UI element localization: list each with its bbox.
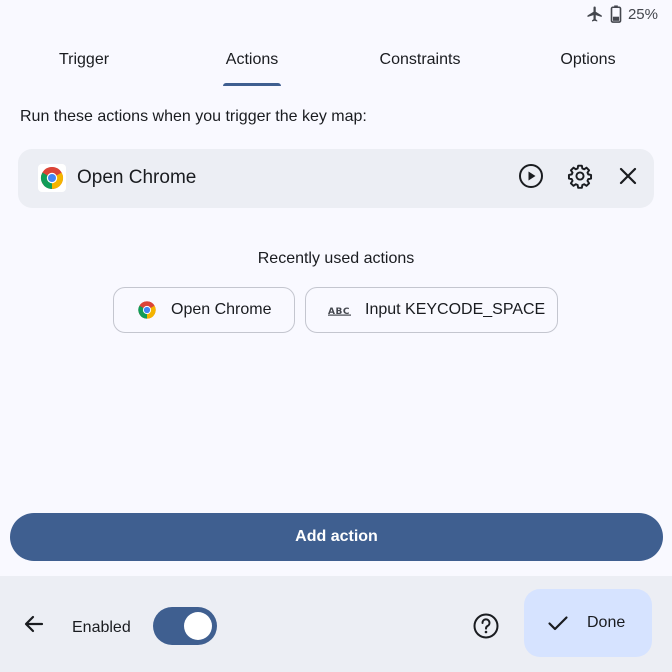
arrow-back-icon (22, 612, 46, 641)
check-icon (546, 611, 570, 640)
tab-options[interactable]: Options (504, 32, 672, 88)
tab-trigger[interactable]: Trigger (0, 32, 168, 88)
enabled-toggle[interactable] (153, 607, 217, 645)
tab-constraints[interactable]: Constraints (336, 32, 504, 88)
chrome-icon (38, 164, 66, 192)
help-icon (472, 612, 500, 645)
tab-selected-indicator (223, 83, 281, 86)
tab-bar: Trigger Actions Constraints Options (0, 32, 672, 88)
status-icons: 25% (586, 5, 658, 23)
airplane-icon (586, 5, 604, 23)
bottom-bar: Enabled Done (0, 576, 672, 672)
add-action-label: Add action (295, 528, 378, 545)
tab-label: Options (560, 51, 616, 68)
gear-icon (567, 163, 593, 194)
tab-label: Trigger (58, 51, 110, 68)
recent-chip-input-keycode[interactable]: ABC Input KEYCODE_SPACE (305, 287, 558, 333)
recent-actions-title: Recently used actions (257, 250, 415, 267)
tab-label: Constraints (379, 51, 461, 68)
battery-icon (610, 5, 622, 23)
toggle-knob (184, 612, 212, 640)
chip-label: Input KEYCODE_SPACE (365, 301, 546, 318)
instructions-text: Run these actions when you trigger the k… (20, 108, 367, 125)
battery-percent: 25% (627, 5, 658, 23)
action-label: Open Chrome (77, 167, 197, 188)
chrome-icon (136, 299, 158, 321)
action-item-card[interactable]: Open Chrome (18, 149, 654, 208)
tab-actions[interactable]: Actions (168, 32, 336, 88)
recent-chip-open-chrome[interactable]: Open Chrome (113, 287, 295, 333)
help-button[interactable] (471, 613, 501, 643)
back-button[interactable] (20, 612, 48, 640)
play-icon (518, 163, 544, 194)
tab-label: Actions (225, 51, 279, 68)
abc-keyboard-icon: ABC (328, 304, 352, 316)
done-label: Done (587, 614, 626, 631)
remove-action-button[interactable] (613, 163, 643, 193)
close-icon (617, 165, 639, 192)
chip-label: Open Chrome (171, 301, 272, 318)
done-button[interactable]: Done (524, 589, 652, 657)
settings-button[interactable] (565, 163, 595, 193)
play-button[interactable] (516, 163, 546, 193)
enabled-label: Enabled (72, 619, 131, 636)
add-action-button[interactable]: Add action (10, 513, 663, 561)
status-bar: 25% (0, 0, 672, 32)
